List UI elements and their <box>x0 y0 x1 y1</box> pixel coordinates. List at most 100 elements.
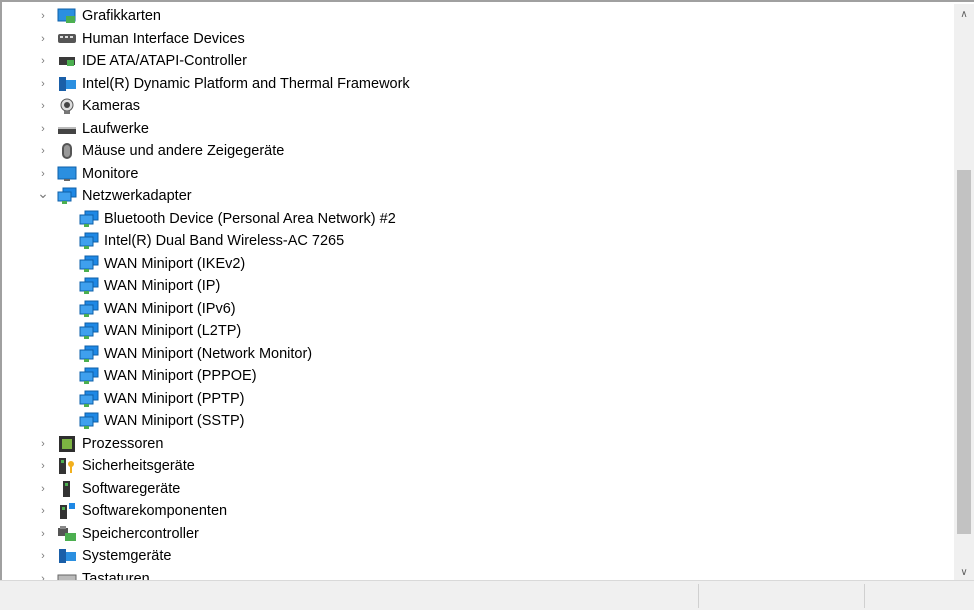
tree-item-label: WAN Miniport (PPTP) <box>104 390 245 407</box>
system-device-icon <box>56 75 78 93</box>
chevron-right-icon[interactable]: › <box>34 525 52 543</box>
tree-device[interactable]: WAN Miniport (IPv6) <box>2 298 952 321</box>
chevron-right-icon[interactable]: › <box>34 75 52 93</box>
tree-item-label: IDE ATA/ATAPI-Controller <box>82 53 247 70</box>
scroll-down-arrow-icon[interactable]: ∨ <box>954 564 974 580</box>
tree-category[interactable]: › Speichercontroller <box>2 523 952 546</box>
tree-device[interactable]: Intel(R) Dual Band Wireless-AC 7265 <box>2 230 952 253</box>
vertical-scrollbar[interactable]: ∧ ∨ <box>954 4 974 580</box>
chevron-right-icon[interactable]: › <box>34 7 52 25</box>
chevron-right-icon[interactable]: › <box>34 165 52 183</box>
hid-icon <box>56 30 78 48</box>
chevron-right-icon[interactable]: › <box>34 120 52 138</box>
tree-item-label: Mäuse und andere Zeigegeräte <box>82 143 285 160</box>
tree-category[interactable]: › Softwarekomponenten <box>2 500 952 523</box>
chevron-right-icon[interactable]: › <box>34 502 52 520</box>
tree-item-label: Intel(R) Dynamic Platform and Thermal Fr… <box>82 75 410 92</box>
software-device-icon <box>56 480 78 498</box>
tree-device[interactable]: WAN Miniport (PPPOE) <box>2 365 952 388</box>
tree-item-label: Laufwerke <box>82 120 149 137</box>
tree-item-label: Systemgeräte <box>82 548 172 565</box>
mouse-icon <box>56 142 78 160</box>
keyboard-icon <box>56 570 78 580</box>
tree-device[interactable]: Bluetooth Device (Personal Area Network)… <box>2 208 952 231</box>
tree-category[interactable]: › Mäuse und andere Zeigegeräte <box>2 140 952 163</box>
storage-controller-icon <box>56 525 78 543</box>
system-device-icon <box>56 547 78 565</box>
network-adapter-icon <box>78 322 100 340</box>
network-adapter-icon <box>78 367 100 385</box>
tree-category[interactable]: › Monitore <box>2 163 952 186</box>
tree-item-label: Human Interface Devices <box>82 30 245 47</box>
chevron-right-icon[interactable]: › <box>34 435 52 453</box>
tree-category[interactable]: › Intel(R) Dynamic Platform and Thermal F… <box>2 73 952 96</box>
tree-item-label: WAN Miniport (Network Monitor) <box>104 345 313 362</box>
network-adapter-icon <box>78 412 100 430</box>
tree-item-label: Speichercontroller <box>82 525 199 542</box>
tree-item-label: Kameras <box>82 98 141 115</box>
software-component-icon <box>56 502 78 520</box>
tree-item-label: WAN Miniport (SSTP) <box>104 413 245 430</box>
chevron-right-icon[interactable]: › <box>34 30 52 48</box>
scrollbar-thumb[interactable] <box>957 170 971 534</box>
tree-device[interactable]: WAN Miniport (PPTP) <box>2 388 952 411</box>
tree-item-label: Softwarekomponenten <box>82 503 228 520</box>
network-adapter-icon <box>78 300 100 318</box>
chevron-down-icon[interactable]: ⌄ <box>34 184 52 202</box>
camera-icon <box>56 97 78 115</box>
network-adapter-icon <box>78 277 100 295</box>
chevron-right-icon[interactable]: › <box>34 52 52 70</box>
network-adapter-icon <box>78 390 100 408</box>
tree-category[interactable]: › Softwaregeräte <box>2 478 952 501</box>
tree-device[interactable]: WAN Miniport (SSTP) <box>2 410 952 433</box>
tree-category[interactable]: › Tastaturen <box>2 568 952 580</box>
chevron-right-icon[interactable]: › <box>34 142 52 160</box>
scroll-up-arrow-icon[interactable]: ∧ <box>954 6 974 22</box>
tree-item-label: WAN Miniport (PPPOE) <box>104 368 257 385</box>
tree-category[interactable]: › Prozessoren <box>2 433 952 456</box>
tree-item-label: WAN Miniport (IP) <box>104 278 221 295</box>
tree-item-label: WAN Miniport (IKEv2) <box>104 255 246 272</box>
tree-category[interactable]: › IDE ATA/ATAPI-Controller <box>2 50 952 73</box>
network-adapter-icon <box>78 210 100 228</box>
tree-item-label: Netzwerkadapter <box>82 188 192 205</box>
tree-item-label: Prozessoren <box>82 435 164 452</box>
tree-item-label: WAN Miniport (L2TP) <box>104 323 242 340</box>
tree-category[interactable]: › Grafikkarten <box>2 5 952 28</box>
tree-category[interactable]: › Laufwerke <box>2 118 952 141</box>
device-tree-panel: › Grafikkarten › Human Interface Devices › ID… <box>0 0 974 580</box>
tree-item-label: Tastaturen <box>82 570 150 580</box>
chevron-right-icon[interactable]: › <box>34 570 52 580</box>
chevron-right-icon[interactable]: › <box>34 97 52 115</box>
network-adapter-icon <box>78 255 100 273</box>
tree-category[interactable]: › Systemgeräte <box>2 545 952 568</box>
ide-controller-icon <box>56 52 78 70</box>
chevron-right-icon[interactable]: › <box>34 547 52 565</box>
tree-item-label: Bluetooth Device (Personal Area Network)… <box>104 210 396 227</box>
device-tree: › Grafikkarten › Human Interface Devices › ID… <box>2 5 952 580</box>
tree-item-label: Grafikkarten <box>82 8 161 25</box>
tree-item-label: Softwaregeräte <box>82 480 181 497</box>
status-bar-divider <box>864 584 865 608</box>
tree-item-label: WAN Miniport (IPv6) <box>104 300 236 317</box>
chevron-right-icon[interactable]: › <box>34 457 52 475</box>
chevron-right-icon[interactable]: › <box>34 480 52 498</box>
network-adapter-icon <box>78 345 100 363</box>
status-bar-divider <box>698 584 699 608</box>
tree-item-label: Sicherheitsgeräte <box>82 458 195 475</box>
display-adapter-icon <box>56 7 78 25</box>
tree-category[interactable]: › Human Interface Devices <box>2 28 952 51</box>
processor-icon <box>56 435 78 453</box>
monitor-icon <box>56 165 78 183</box>
tree-device[interactable]: WAN Miniport (Network Monitor) <box>2 343 952 366</box>
tree-category[interactable]: › Kameras <box>2 95 952 118</box>
tree-device[interactable]: WAN Miniport (L2TP) <box>2 320 952 343</box>
tree-device[interactable]: WAN Miniport (IP) <box>2 275 952 298</box>
tree-category[interactable]: › Sicherheitsgeräte <box>2 455 952 478</box>
network-adapter-icon <box>56 187 78 205</box>
security-device-icon <box>56 457 78 475</box>
tree-item-label: Monitore <box>82 165 139 182</box>
tree-category[interactable]: ⌄ Netzwerkadapter <box>2 185 952 208</box>
tree-device[interactable]: WAN Miniport (IKEv2) <box>2 253 952 276</box>
status-bar <box>0 580 974 610</box>
